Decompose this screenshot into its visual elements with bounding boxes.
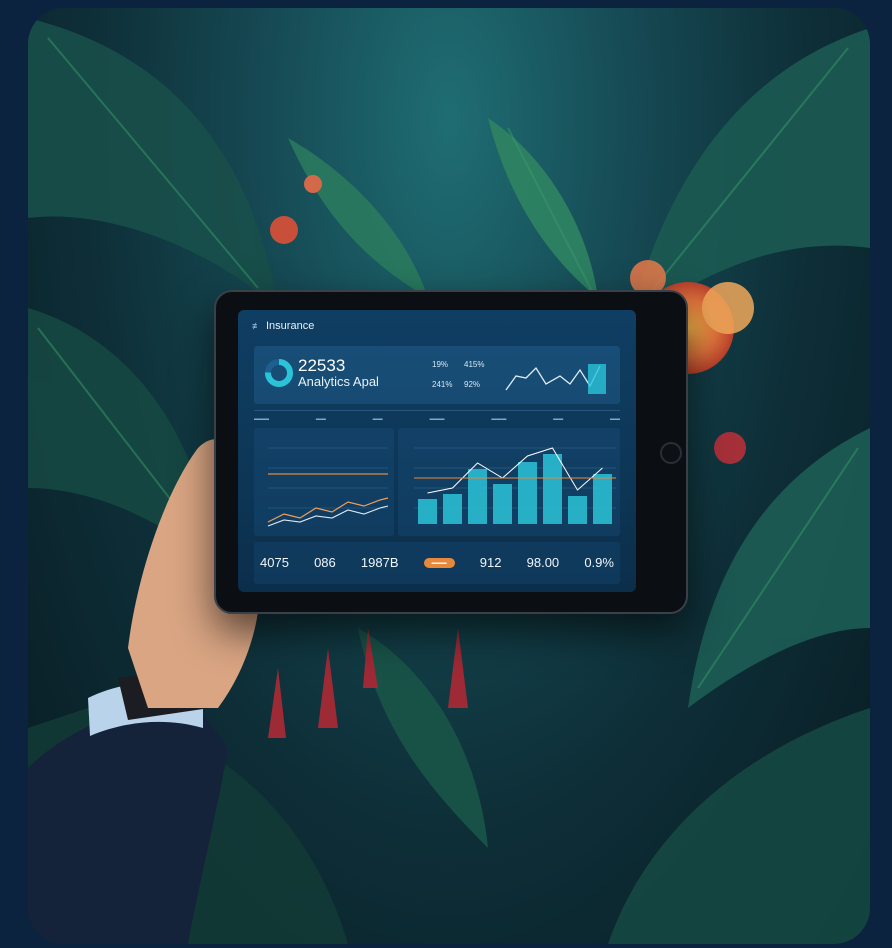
stat-value: 912	[479, 554, 502, 570]
stat-value: 0.9%	[584, 554, 614, 570]
bar	[518, 462, 537, 524]
menu-icon[interactable]: ≢	[252, 321, 261, 331]
stat-value: 4075	[260, 554, 289, 570]
stat-value: 98.00	[526, 554, 560, 570]
photo-frame: ≢ Insurance 22533 Analytics Apal 19% 415…	[28, 8, 870, 944]
nav-item[interactable]: ▬▬▬	[491, 416, 506, 422]
kpi-number: 22533	[298, 356, 346, 375]
kpi-metric-c: 241%	[432, 380, 453, 389]
stat-item: 086	[314, 555, 336, 572]
kpi-metric-b: 415%	[464, 360, 485, 369]
status-pill[interactable]: ▬▬▬	[423, 558, 455, 568]
bar	[543, 454, 562, 524]
kpi-metric-a: 19%	[432, 360, 449, 369]
nav-item[interactable]: ▬▬	[373, 416, 383, 422]
stat-item: 0.9%	[584, 555, 614, 572]
stats-row: 4075 086 1987B ▬▬▬ 912 98.00 0.9%	[254, 542, 620, 584]
bar	[418, 499, 437, 524]
kpi-card: 22533 Analytics Apal 19% 415% 241% 92%	[254, 346, 620, 404]
donut-chart-icon	[265, 359, 293, 387]
nav-item[interactable]: ▬▬	[316, 416, 326, 422]
kpi-label: Analytics Apal	[298, 374, 379, 389]
nav-row: ▬▬▬ ▬▬ ▬▬ ▬▬▬ ▬▬▬ ▬▬ ▬▬	[254, 410, 620, 425]
bar	[568, 496, 587, 524]
stat-item: ▬▬▬	[423, 558, 455, 568]
stat-item: 1987B	[361, 555, 399, 572]
sparkline-chart	[505, 364, 606, 394]
dashboard-title: Insurance	[266, 320, 315, 332]
bar-chart	[414, 447, 616, 524]
line-chart	[267, 447, 389, 527]
nav-item[interactable]: ▬▬▬	[429, 416, 444, 422]
stat-item: 98.00	[527, 555, 560, 572]
stat-value: 1987B	[360, 554, 399, 570]
bar	[443, 494, 462, 524]
nav-item[interactable]: ▬▬	[610, 416, 620, 422]
stat-value: 086	[314, 554, 336, 570]
nav-item[interactable]: ▬▬	[553, 416, 563, 422]
bar-chart-panel	[398, 428, 620, 536]
bar	[493, 484, 512, 524]
stat-item: 912	[480, 555, 502, 572]
dashboard-screen: ≢ Insurance 22533 Analytics Apal 19% 415…	[238, 310, 636, 592]
home-button[interactable]	[660, 442, 682, 464]
bar	[468, 469, 487, 524]
dashboard-header: ≢ Insurance	[252, 320, 314, 332]
nav-item[interactable]: ▬▬▬	[254, 416, 269, 422]
stat-item: 4075	[260, 555, 289, 572]
bar	[593, 474, 612, 524]
trend-line	[427, 447, 603, 494]
line-chart-panel	[254, 428, 394, 536]
kpi-metric-d: 92%	[464, 380, 481, 389]
tablet-device: ≢ Insurance 22533 Analytics Apal 19% 415…	[214, 290, 688, 614]
